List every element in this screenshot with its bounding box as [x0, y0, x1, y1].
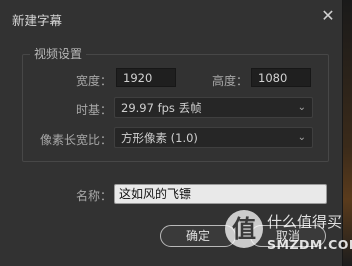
close-icon[interactable]: ✕	[319, 7, 337, 25]
video-settings-title: 视频设置	[30, 45, 87, 62]
name-input[interactable]: 这如风的飞镖	[114, 184, 327, 204]
pixel-aspect-value: 方形像素 (1.0)	[121, 131, 198, 145]
timebase-label: 时基：	[75, 103, 112, 117]
timebase-value: 29.97 fps 丢帧	[121, 101, 202, 115]
width-label: 宽度：	[75, 74, 112, 88]
height-label: 高度：	[211, 74, 248, 88]
watermark-logo: 值 什么值得买 SMZDM.COM	[225, 205, 352, 263]
watermark-badge: 值	[225, 210, 263, 248]
pixel-aspect-label: 像素长宽比：	[39, 133, 112, 147]
dialog-title: 新建字幕	[12, 13, 63, 28]
chevron-down-icon: ⌄	[297, 102, 306, 113]
width-field[interactable]: 1920	[116, 68, 176, 87]
watermark-cn-text: 什么值得买	[267, 213, 343, 231]
timebase-select[interactable]: 29.97 fps 丢帧 ⌄	[114, 97, 313, 118]
watermark-en-text: SMZDM.COM	[267, 237, 352, 252]
name-label: 名称：	[75, 189, 112, 203]
pixel-aspect-select[interactable]: 方形像素 (1.0) ⌄	[114, 127, 313, 148]
height-field[interactable]: 1080	[251, 68, 311, 87]
chevron-down-icon: ⌄	[297, 132, 306, 143]
